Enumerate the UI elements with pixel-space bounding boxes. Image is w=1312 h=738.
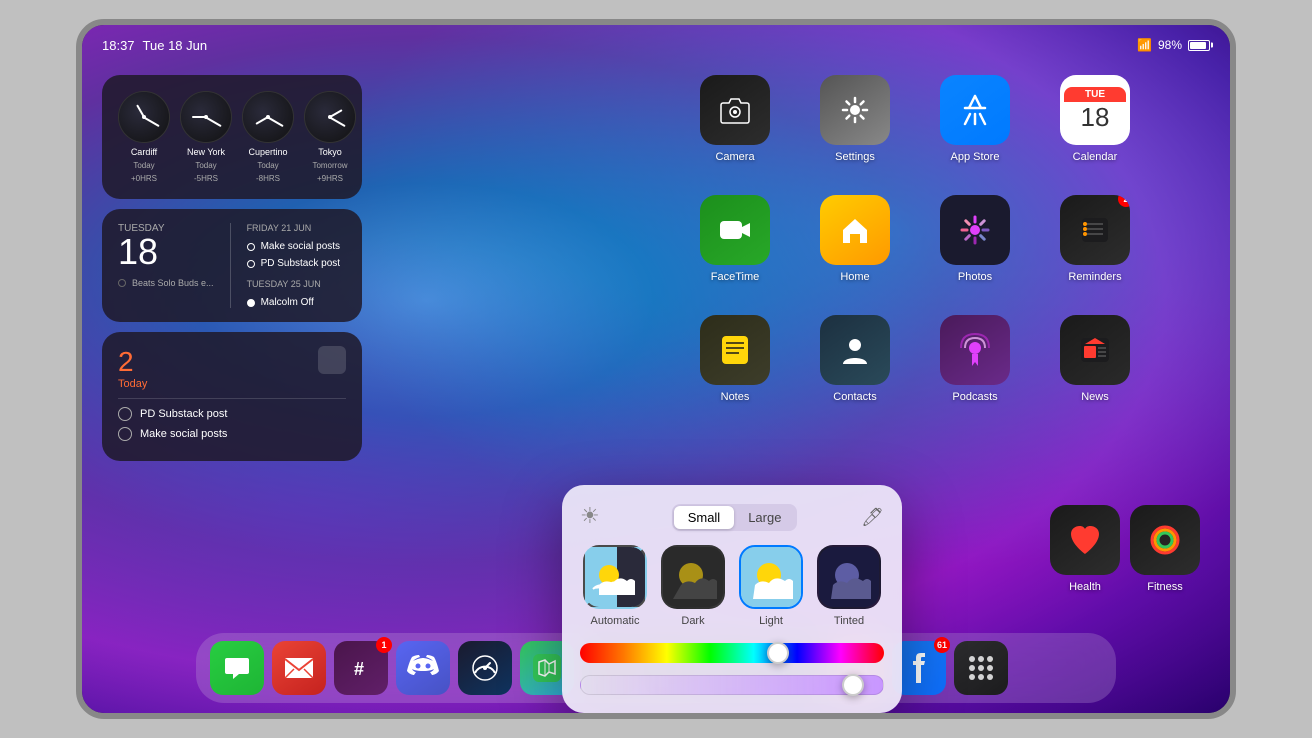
app-photos[interactable]: Photos: [920, 195, 1030, 305]
app-fitness[interactable]: Fitness: [1130, 505, 1200, 593]
wifi-icon: 📶: [1137, 38, 1152, 52]
svg-text:#: #: [354, 659, 364, 679]
app-grid: Camera Settings App Store: [680, 75, 1200, 425]
ipad-frame: 18:37 Tue 18 Jun 📶 98%: [76, 19, 1236, 719]
dock-gmail[interactable]: [272, 641, 326, 695]
clock-newyork: New York Today -5HRS: [180, 91, 232, 183]
rem-item-1: PD Substack post: [118, 407, 346, 421]
battery-icon: [1188, 40, 1210, 51]
color-slider[interactable]: [580, 643, 884, 663]
dock-launchpad[interactable]: [954, 641, 1008, 695]
reminders-widget: 2 Today PD Substack post Make social pos…: [102, 332, 362, 461]
app-home[interactable]: Home: [800, 195, 910, 305]
opacity-thumb[interactable]: [842, 674, 864, 696]
opacity-slider[interactable]: [580, 675, 884, 695]
app-podcasts[interactable]: Podcasts: [920, 315, 1030, 425]
eyedropper-icon[interactable]: 🖊: [861, 507, 884, 528]
app-facetime[interactable]: FaceTime: [680, 195, 790, 305]
dock-slack[interactable]: # 1: [334, 641, 388, 695]
app-camera[interactable]: Camera: [680, 75, 790, 185]
cp-top-bar: ☀ Small Large 🖊: [580, 503, 884, 531]
app-notes[interactable]: Notes: [680, 315, 790, 425]
option-dark[interactable]: Dark: [661, 545, 725, 627]
app-contacts[interactable]: Contacts: [800, 315, 910, 425]
clock-widget: Cardiff Today +0HRS New York Today -5HRS: [102, 75, 362, 199]
dock-messages[interactable]: [210, 641, 264, 695]
health-fitness-row: Health Fitness: [1050, 505, 1200, 593]
color-thumb[interactable]: [767, 642, 789, 664]
option-automatic[interactable]: Automatic: [583, 545, 647, 627]
clock-tokyo: Tokyo Tomorrow +9HRS: [304, 91, 356, 183]
dock-speedtest[interactable]: [458, 641, 512, 695]
status-time: 18:37: [102, 38, 135, 53]
status-bar: 18:37 Tue 18 Jun 📶 98%: [102, 31, 1210, 59]
option-tinted[interactable]: Tinted: [817, 545, 881, 627]
calendar-widget: TUESDAY 18 Beats Solo Buds e... FRIDAY 2…: [102, 209, 362, 322]
app-settings[interactable]: Settings: [800, 75, 910, 185]
color-picker-popup: ☀ Small Large 🖊: [562, 485, 902, 713]
clock-cupertino: Cupertino Today -8HRS: [242, 91, 294, 183]
size-toggle: Small Large: [672, 504, 798, 531]
app-health[interactable]: Health: [1050, 505, 1120, 593]
app-calendar[interactable]: TUE 18 Calendar: [1040, 75, 1150, 185]
dock-discord[interactable]: [396, 641, 450, 695]
battery-percent: 98%: [1158, 38, 1182, 52]
reminders-widget-icon: [318, 346, 346, 374]
wallpaper: 18:37 Tue 18 Jun 📶 98%: [82, 25, 1230, 713]
rem-item-2: Make social posts: [118, 427, 346, 441]
small-toggle-btn[interactable]: Small: [674, 506, 735, 529]
sun-icon: ☀: [580, 503, 608, 531]
status-date: Tue 18 Jun: [143, 38, 208, 53]
widgets-area: Cardiff Today +0HRS New York Today -5HRS: [102, 75, 362, 461]
large-toggle-btn[interactable]: Large: [734, 506, 795, 529]
clock-cardiff: Cardiff Today +0HRS: [118, 91, 170, 183]
option-light[interactable]: Light: [739, 545, 803, 627]
app-appstore[interactable]: App Store: [920, 75, 1030, 185]
app-reminders[interactable]: 2 Reminders: [1040, 195, 1150, 305]
style-options: Automatic Dark: [580, 545, 884, 627]
app-news[interactable]: News: [1040, 315, 1150, 425]
